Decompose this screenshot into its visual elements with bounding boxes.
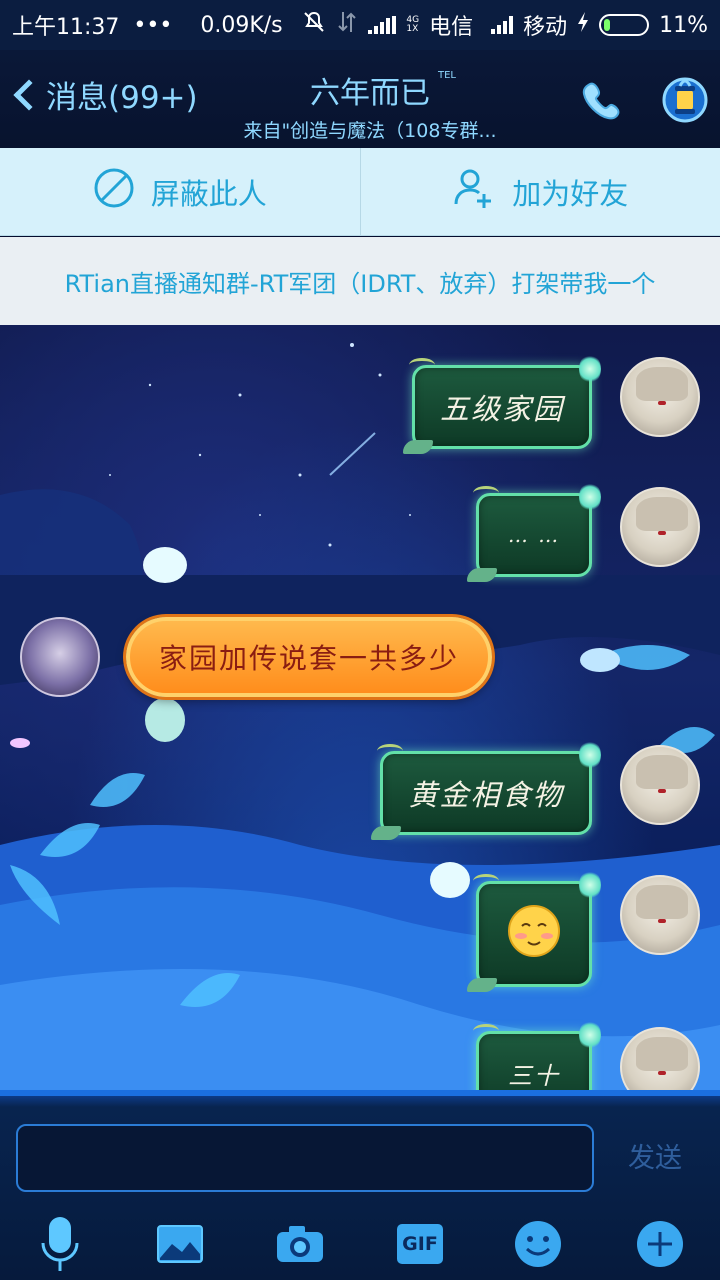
carrier-1: 电信 [429,15,474,40]
message-bubble-me[interactable]: 五级家园 [403,354,601,454]
data-transfer-icon [336,10,358,40]
my-avatar[interactable] [620,487,700,567]
phone-call-icon[interactable] [580,78,624,126]
battery-icon [599,14,650,36]
stranger-actions-bar: 屏蔽此人 加为好友 [0,148,720,236]
network-type: 4G 1X [406,15,420,34]
sender-avatar[interactable] [20,617,100,697]
signal-icon-2 [491,16,514,34]
block-icon [93,167,135,216]
carrier-2: 移动 [523,15,568,40]
emoji-icon[interactable] [508,1214,568,1274]
back-label: 消息(99+) [46,80,198,116]
chat-area[interactable]: 五级家园 … … 家园加传说套一共多少 黄金相食物 三十 [0,325,720,1090]
message-bubble-me[interactable]: 黄金相食物 [371,740,601,840]
message-input[interactable] [16,1124,594,1192]
my-avatar[interactable] [620,745,700,825]
status-time: 上午11:37 [12,15,120,40]
charging-icon [577,11,589,39]
message-bubble-me[interactable]: … … [467,482,601,582]
group-source-text: RTian直播通知群-RT军团（IDRT、放弃）打架带我一个 [64,269,656,298]
message-text: 家园加传说套一共多少 [158,642,459,675]
message-bubble-other[interactable]: 家园加传说套一共多少 [126,617,492,697]
status-dots: ••• [133,12,173,38]
gif-icon[interactable]: GIF [390,1214,450,1274]
message-bubble-me[interactable]: 三十 [473,1020,601,1090]
block-user-label: 屏蔽此人 [150,176,267,211]
profile-lantern-icon[interactable] [660,70,710,128]
message-text: 三十 [508,1061,560,1090]
send-button[interactable]: 发送 [610,1136,700,1180]
block-user-button[interactable]: 屏蔽此人 [0,148,360,235]
back-button[interactable]: 消息(99+) [10,72,198,117]
message-bubble-me[interactable] [467,870,601,992]
chat-background-scenery [0,343,720,1090]
add-friend-label: 加为好友 [512,176,629,211]
plus-icon[interactable] [630,1214,690,1274]
camera-icon[interactable] [270,1214,330,1274]
net-speed: 0.09K/s [200,12,283,38]
battery-level: 11% [659,12,708,38]
chat-title-block: 六年而已 TEL 来自"创造与魔法（108专群... [220,68,520,143]
my-avatar[interactable] [620,357,700,437]
chat-subtitle: 来自"创造与魔法（108专群... [243,120,497,142]
chat-title: 六年而已 [310,76,430,111]
title-bar: 消息(99+) 六年而已 TEL 来自"创造与魔法（108专群... [0,50,720,148]
tel-badge: TEL [438,70,456,81]
status-bar: 上午11:37 ••• 0.09K/s 4G 1X 电信 移动 11% [0,0,720,50]
input-bar: 发送 GIF [0,1090,720,1280]
input-toolbar: GIF [0,1214,720,1280]
add-friend-button[interactable]: 加为好友 [361,148,720,235]
smile-emoji-icon [507,904,561,965]
signal-icon-1 [368,16,397,34]
chevron-left-icon [13,78,45,111]
image-icon[interactable] [150,1214,210,1274]
my-avatar[interactable] [620,875,700,955]
gif-label: GIF [397,1224,443,1264]
message-text: 黄金相食物 [408,778,564,812]
group-source-banner[interactable]: RTian直播通知群-RT军团（IDRT、放弃）打架带我一个 [0,237,720,325]
mute-icon [302,10,326,40]
add-friend-icon [452,166,496,217]
mic-icon[interactable] [30,1214,90,1274]
message-text: … … [507,523,561,547]
message-text: 五级家园 [439,392,564,426]
